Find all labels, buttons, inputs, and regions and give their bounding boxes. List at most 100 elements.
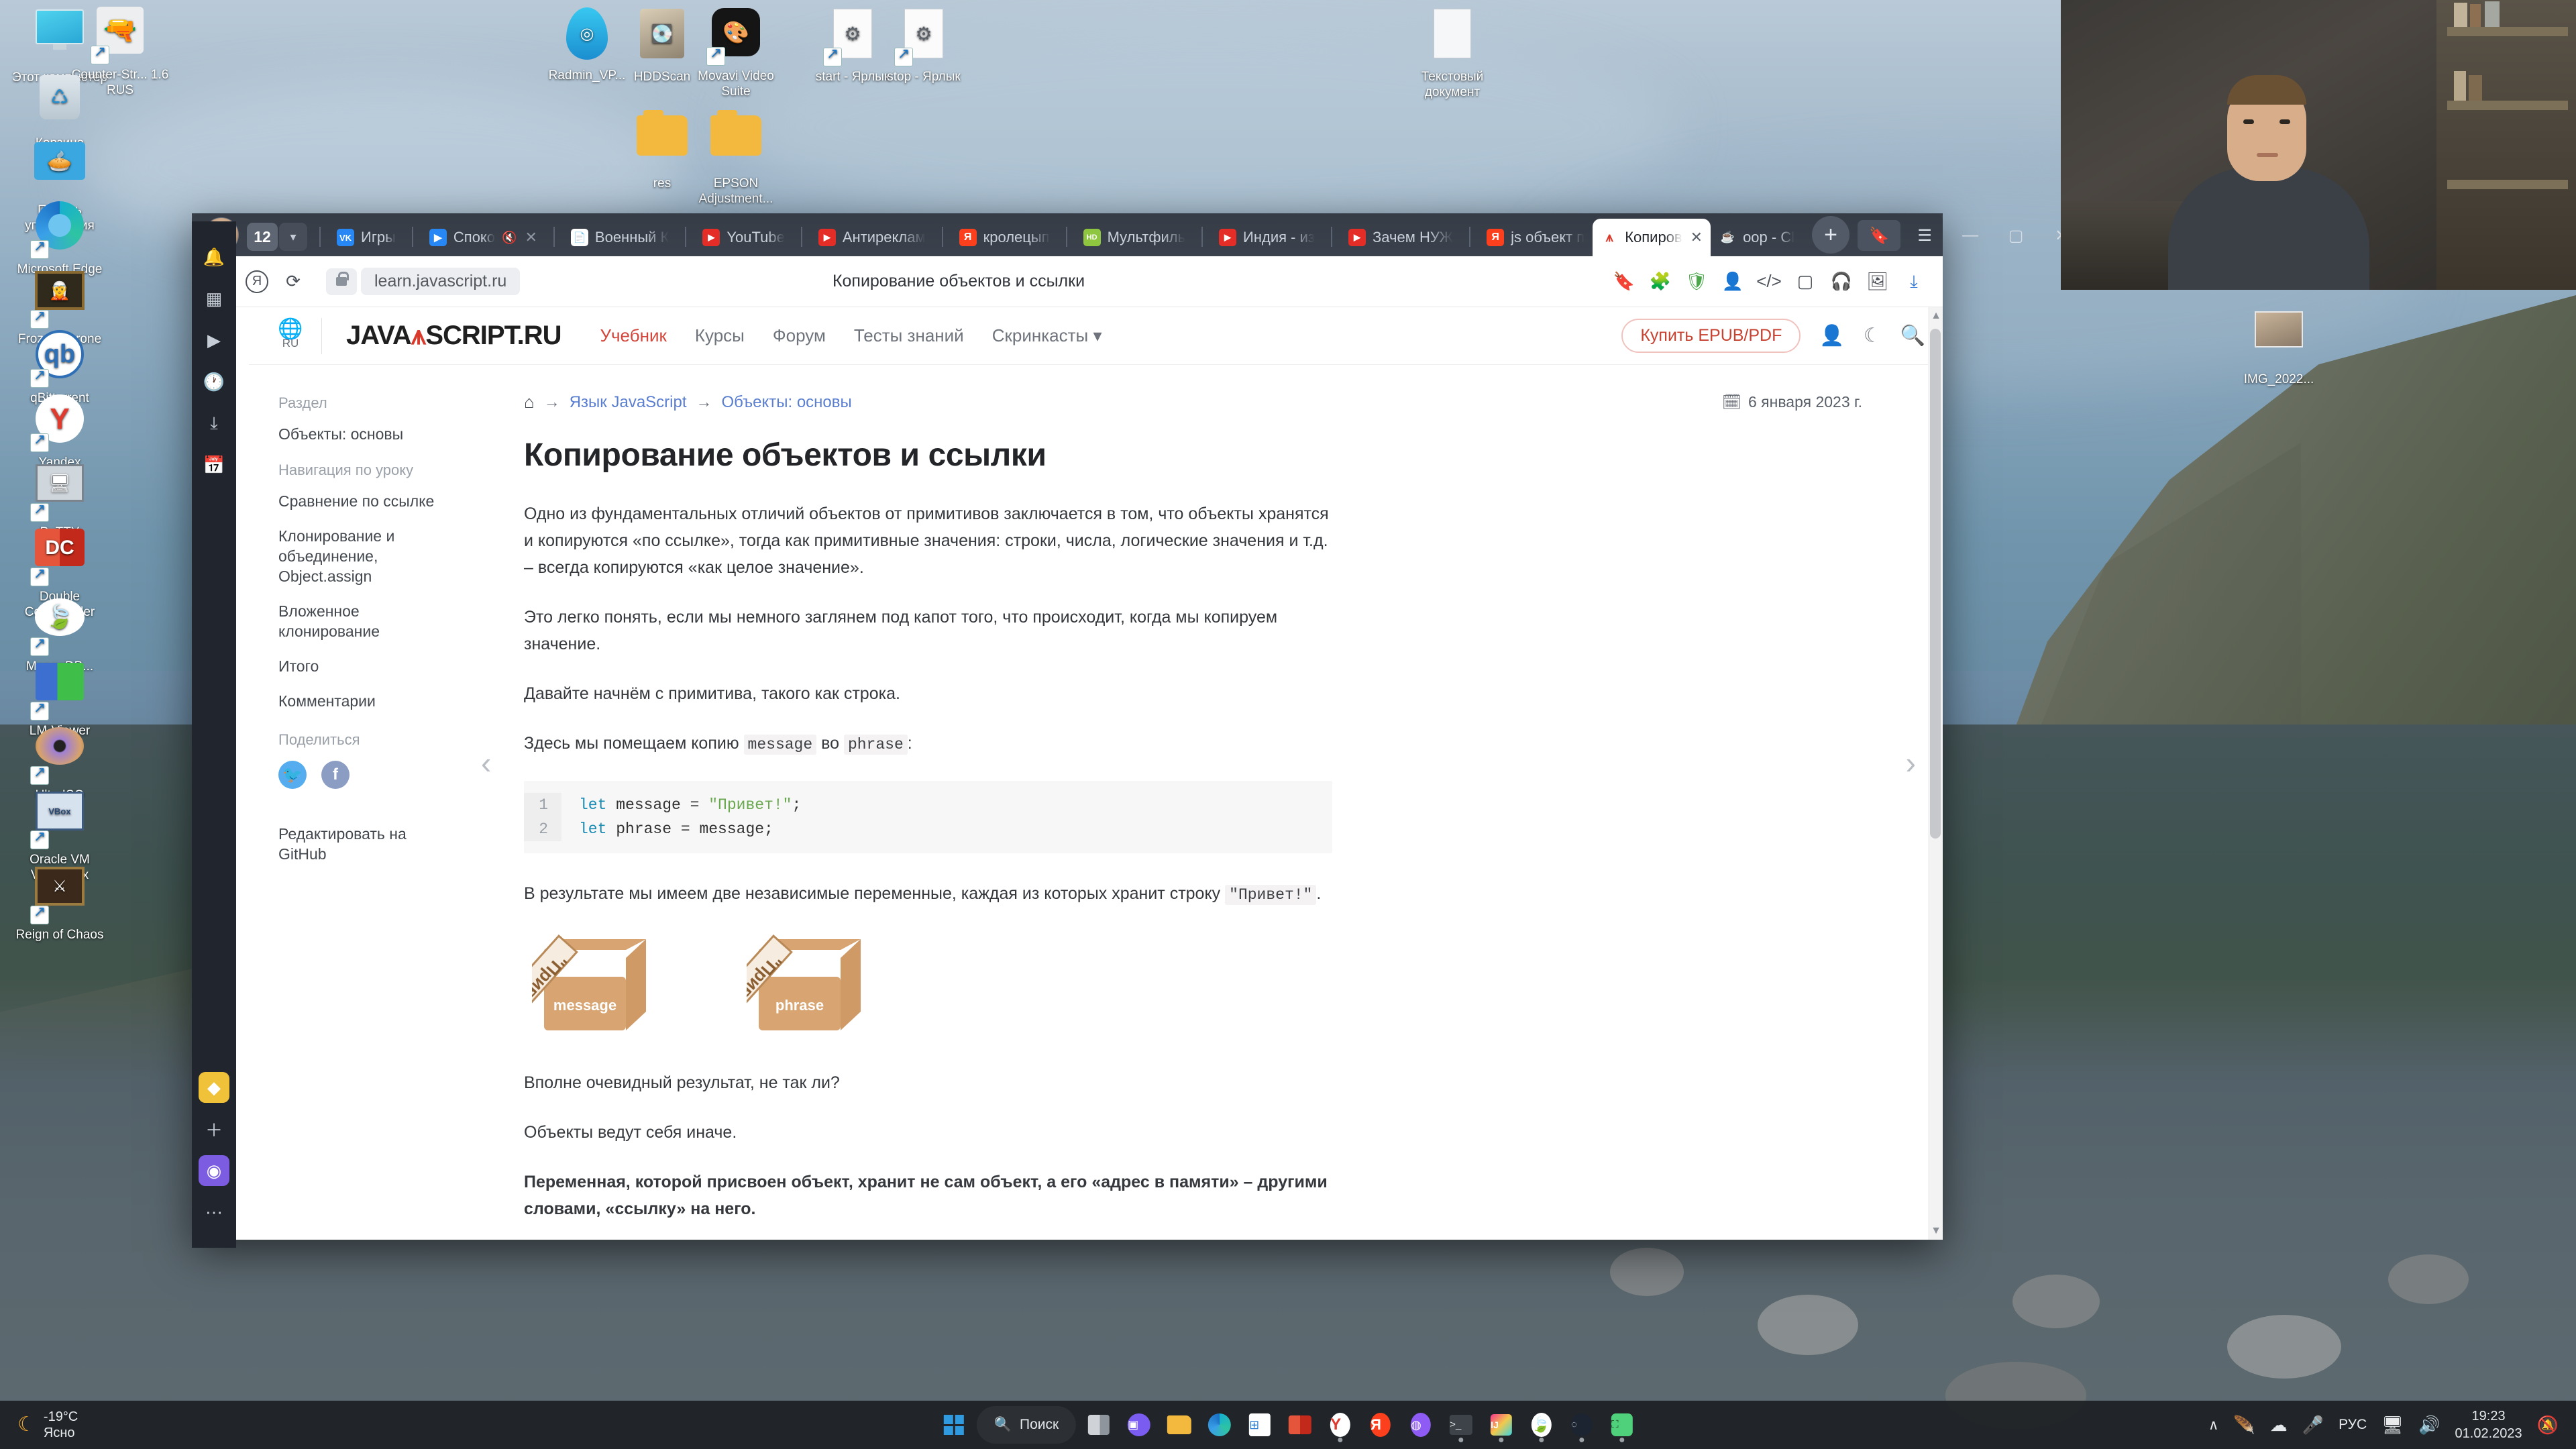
- yandex-logo-icon[interactable]: Я: [240, 265, 274, 299]
- taskbar-app-microsoft-store[interactable]: ⊞: [1241, 1406, 1279, 1444]
- browser-tab[interactable]: ▶ Споко 🔇 ✕: [421, 221, 545, 254]
- clock-icon[interactable]: 🕐: [199, 366, 229, 397]
- site-header[interactable]: 🌐 RU JAVA⩚SCRIPT.RU Учебник Курсы Форум Тес…: [249, 307, 1943, 365]
- site-header-right[interactable]: Купить EPUB/PDF 👤 ☾ 🔍: [1621, 319, 1943, 353]
- new-tab-button[interactable]: +: [1812, 216, 1850, 254]
- lesson-nav-link[interactable]: Клонирование и объединение, Object.assig…: [278, 526, 453, 586]
- desktop-icon-reign-of-chaos-icon[interactable]: ⚔ Reign of Chaos: [9, 859, 110, 943]
- taskbar-app-double-commander[interactable]: [1281, 1406, 1319, 1444]
- hamburger-icon[interactable]: ☰: [1903, 220, 1946, 251]
- browser-tab[interactable]: VK Игры: [329, 221, 404, 254]
- lesson-sidebar[interactable]: Раздел Объекты: основы Навигация по урок…: [249, 365, 477, 1240]
- taskbar-app-yandex-browser[interactable]: Y: [1322, 1406, 1359, 1444]
- taskbar-app-edge[interactable]: [1201, 1406, 1238, 1444]
- site-nav-link[interactable]: Форум: [773, 325, 826, 346]
- desktop-icon-image-thumb-icon[interactable]: IMG_2022...: [2229, 303, 2329, 387]
- taskbar-app-yandex[interactable]: Я: [1362, 1406, 1399, 1444]
- language-indicator[interactable]: РУС: [2339, 1417, 2367, 1433]
- minimize-button[interactable]: —: [1949, 220, 1992, 251]
- lesson-nav-link[interactable]: Итого: [278, 656, 453, 676]
- more-dots-icon[interactable]: ⋯: [199, 1197, 229, 1228]
- taskbar-app-screen-recorder[interactable]: ⛶: [1603, 1406, 1641, 1444]
- share-buttons[interactable]: 🐦 f: [278, 761, 477, 789]
- tab-strip[interactable]: 12 ▾ VK Игры ▶ Споко 🔇 ✕ 📄 Военный К ▶ YouTube ▶ Ан…: [192, 213, 2068, 256]
- network-icon[interactable]: 🖥: [2381, 1415, 2404, 1436]
- next-lesson-arrow[interactable]: ›: [1906, 745, 1916, 781]
- scroll-up-arrow[interactable]: ▲: [1931, 310, 1941, 322]
- tray-chevron-icon[interactable]: ∧: [2208, 1417, 2218, 1434]
- taskbar-app-task-view[interactable]: [1080, 1406, 1118, 1444]
- lesson-nav-link[interactable]: Вложенное клонирование: [278, 601, 453, 641]
- image-icon[interactable]: 🖼: [1861, 265, 1894, 299]
- buy-epub-pdf-button[interactable]: Купить EPUB/PDF: [1621, 319, 1801, 353]
- weather-widget[interactable]: ☾ -19°C Ясно: [0, 1409, 78, 1441]
- site-nav-link[interactable]: Курсы: [695, 325, 745, 346]
- browser-tab[interactable]: ▶ Антиреклам: [810, 221, 934, 254]
- browser-tab[interactable]: ▶ Зачем НУЖ: [1340, 221, 1461, 254]
- search-icon[interactable]: 🔍: [1900, 324, 1925, 347]
- page-scrollbar[interactable]: ▲ ▼: [1928, 307, 1943, 1240]
- breadcrumb-item[interactable]: Язык JavaScript: [570, 393, 687, 412]
- download-arrow-icon[interactable]: ⤓: [1897, 265, 1931, 299]
- browser-tab[interactable]: HD Мультфиль: [1075, 221, 1193, 254]
- scroll-thumb[interactable]: [1930, 329, 1941, 839]
- browser-tab[interactable]: ☕ oop - Cl: [1711, 221, 1803, 254]
- plus-icon[interactable]: ＋: [199, 1114, 229, 1144]
- profile-person-icon[interactable]: 👤: [1819, 324, 1844, 347]
- code-block[interactable]: 12 let message = "Привет!"; let phrase =…: [524, 781, 1332, 853]
- language-switcher[interactable]: 🌐 RU: [260, 319, 321, 350]
- code-brackets-icon[interactable]: </>: [1752, 265, 1786, 299]
- browser-orb-icon[interactable]: ◉: [199, 1155, 229, 1186]
- tab-counter[interactable]: 12 ▾: [247, 223, 307, 251]
- headphones-icon[interactable]: 🎧: [1825, 265, 1858, 299]
- calendar-icon[interactable]: 📅: [199, 449, 229, 480]
- desktop-icon-text-document-icon[interactable]: Текстовый документ: [1402, 5, 1503, 100]
- reload-icon[interactable]: ⟳: [276, 265, 310, 299]
- site-logo[interactable]: JAVA⩚SCRIPT.RU: [346, 321, 561, 351]
- windows-tiles-icon[interactable]: ▦: [199, 283, 229, 314]
- lesson-nav-link[interactable]: Сравнение по ссылке: [278, 491, 453, 511]
- facebook-share-button[interactable]: f: [321, 761, 350, 789]
- taskbar-app-file-explorer[interactable]: [1161, 1406, 1198, 1444]
- tab-counter-badge[interactable]: 12: [247, 223, 278, 251]
- download-icon[interactable]: ⤓: [199, 408, 229, 439]
- feather-icon[interactable]: 🪶: [2233, 1415, 2255, 1436]
- browser-tab[interactable]: Якролецып: [951, 221, 1058, 254]
- profile-person-icon[interactable]: 👤: [1716, 265, 1750, 299]
- bookmark-star-icon[interactable]: 🔖: [1607, 265, 1641, 299]
- site-nav-link[interactable]: Скринкасты ▾: [992, 325, 1102, 346]
- taskbar-app-teams[interactable]: ▣: [1120, 1406, 1158, 1444]
- taskbar-app-terminal[interactable]: >_: [1442, 1406, 1480, 1444]
- home-icon[interactable]: ⌂: [524, 392, 535, 413]
- browser-toolbar[interactable]: ← Я ⟳ learn.javascript.ru Копирование об…: [192, 256, 1943, 307]
- twitter-share-button[interactable]: 🐦: [278, 761, 307, 789]
- taskbar-search[interactable]: 🔍 Поиск: [976, 1406, 1077, 1444]
- yandex-alice-icon[interactable]: ◆: [199, 1072, 229, 1103]
- taskbar-app-obsidian[interactable]: ◌: [1563, 1406, 1601, 1444]
- site-nav-link[interactable]: Тесты знаний: [854, 325, 964, 346]
- taskbar-clock[interactable]: 19:23 01.02.2023: [2455, 1407, 2522, 1442]
- browser-tab[interactable]: 📄 Военный К: [563, 221, 677, 254]
- prev-lesson-arrow[interactable]: ‹: [481, 745, 491, 781]
- tab-close-icon[interactable]: ✕: [1690, 229, 1703, 246]
- window-icon[interactable]: ▢: [1788, 265, 1822, 299]
- browser-tab[interactable]: ▶ Индия - из: [1211, 221, 1323, 254]
- shield-icon[interactable]: 🛡: [1680, 265, 1713, 299]
- github-edit-link[interactable]: Редактировать на GitHub: [278, 824, 453, 864]
- url-text[interactable]: learn.javascript.ru: [361, 268, 521, 295]
- extension-puzzle-icon[interactable]: 🧩: [1644, 265, 1677, 299]
- lock-icon[interactable]: [326, 268, 357, 295]
- taskbar-app-mongodb-compass[interactable]: 🍃: [1523, 1406, 1560, 1444]
- breadcrumb-item[interactable]: Объекты: основы: [722, 393, 852, 412]
- moon-icon[interactable]: ☾: [1864, 324, 1882, 347]
- window-controls[interactable]: 🔖 ☰ — ▢ ✕: [1858, 220, 2083, 256]
- cloud-icon[interactable]: ☁: [2270, 1415, 2288, 1436]
- breadcrumb[interactable]: ⌂ → Язык JavaScript → Объекты: основы 🗓 …: [524, 392, 1862, 413]
- chevron-down-icon[interactable]: ▾: [279, 223, 307, 251]
- toolbar-right-icons[interactable]: 🔖 🧩 🛡 👤 </> ▢ 🎧 🖼 ⤓: [1607, 265, 1931, 299]
- maximize-button[interactable]: ▢: [1994, 220, 2037, 251]
- desktop-icon-movavi-icon[interactable]: 🎨Movavi Video Suite: [686, 5, 786, 99]
- desktop-icon-folder-icon[interactable]: EPSON Adjustment...: [686, 109, 786, 207]
- browser-tab[interactable]: Яjs объект п: [1479, 221, 1593, 254]
- mute-icon[interactable]: 🔇: [502, 231, 517, 245]
